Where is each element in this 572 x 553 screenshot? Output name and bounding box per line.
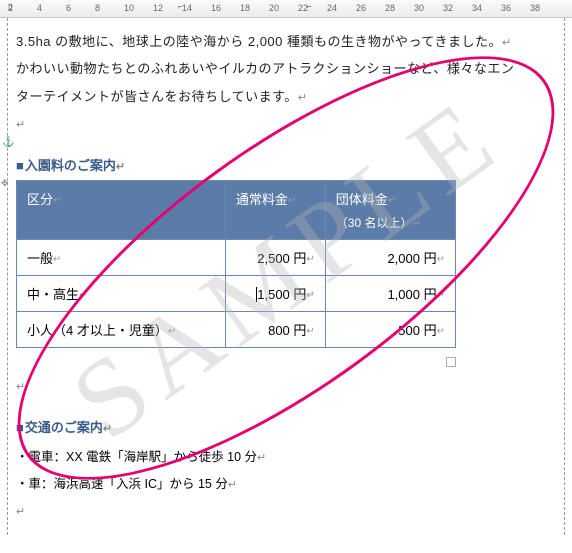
ruler-number: 18: [240, 3, 250, 13]
ruler-number: 28: [385, 3, 395, 13]
access-heading[interactable]: 交通のご案内↵: [16, 417, 560, 436]
ruler-number: 26: [356, 3, 366, 13]
ruler-number: 20: [269, 3, 279, 13]
intro-paragraph-1[interactable]: 3.5ha の敷地に、地球上の陸や海から 2,000 種類もの生き物がやってきま…: [16, 28, 560, 55]
empty-paragraph[interactable]: ↵: [16, 110, 560, 137]
paragraph-mark-icon: ↵: [16, 119, 26, 131]
cell-group[interactable]: 1,000 円↵: [325, 276, 455, 312]
paragraph-mark-icon: ↵: [257, 452, 266, 464]
ruler-number: 30: [414, 3, 424, 13]
ruler-number: 10: [124, 3, 134, 13]
table-row[interactable]: 中・高生↵ 1,500 円↵ 1,000 円↵: [17, 276, 456, 312]
empty-paragraph[interactable]: ↵: [16, 372, 560, 399]
cell-regular[interactable]: 1,500 円↵: [225, 276, 325, 312]
ruler-number: 14: [182, 3, 192, 13]
table-resize-handle-icon[interactable]: [446, 357, 456, 367]
table-move-handle-icon[interactable]: ✥: [1, 178, 9, 189]
ruler-number: 4: [37, 3, 42, 13]
empty-paragraph[interactable]: ↵: [16, 497, 560, 524]
paragraph-mark-icon: ↵: [16, 381, 26, 393]
col-regular[interactable]: 通常料金↵: [225, 181, 325, 240]
col-group[interactable]: 団体料金↵（30 名以上）↵: [325, 181, 455, 240]
cell-category[interactable]: 小人（4 才以上・児童）↵: [17, 312, 226, 348]
ruler-number: 34: [472, 3, 482, 13]
table-row[interactable]: 一般↵ 2,500 円↵ 2,000 円↵: [17, 240, 456, 276]
cell-category[interactable]: 中・高生↵: [17, 276, 226, 312]
ruler-number: 12: [153, 3, 163, 13]
paragraph-mark-icon: ↵: [502, 37, 512, 49]
fees-table[interactable]: 区分↵ 通常料金↵ 団体料金↵（30 名以上）↵ 一般↵ 2,500 円↵ 2,…: [16, 180, 456, 348]
document-page[interactable]: 3.5ha の敷地に、地球上の陸や海から 2,000 種類もの生き物がやってきま…: [0, 18, 572, 534]
access-list: 電車：XX 電鉄「海岸駅」から徒歩 10 分↵ 車：海浜高速「入浜 IC」から …: [16, 444, 560, 497]
cell-group[interactable]: 2,000 円↵: [325, 240, 455, 276]
cell-regular[interactable]: 2,500 円↵: [225, 240, 325, 276]
cell-category[interactable]: 一般↵: [17, 240, 226, 276]
list-item[interactable]: 電車：XX 電鉄「海岸駅」から徒歩 10 分↵: [16, 444, 560, 470]
intro-paragraph-3[interactable]: ターテイメントが皆さんをお待ちしています。↵: [16, 83, 560, 110]
ruler-number: 24: [327, 3, 337, 13]
cell-group[interactable]: 500 円↵: [325, 312, 455, 348]
paragraph-mark-icon: ↵: [103, 423, 112, 435]
intro-paragraph-2[interactable]: かわいい動物たちとのふれあいやイルカのアトラクションショーなど、様々なエン: [16, 55, 560, 82]
fees-heading[interactable]: 入園料のご案内↵: [16, 155, 560, 174]
paragraph-mark-icon: ↵: [228, 479, 237, 491]
list-item[interactable]: 車：海浜高速「入浜 IC」から 15 分↵: [16, 471, 560, 497]
ruler-number: 2: [8, 3, 13, 13]
ruler-number: 22: [298, 3, 308, 13]
paragraph-mark-icon: ↵: [16, 506, 26, 518]
ruler: ▯ ⌐ ⌐ 2468101214161820222426283032343638: [0, 0, 572, 18]
ruler-number: 38: [530, 3, 540, 13]
col-category[interactable]: 区分↵: [17, 181, 226, 240]
ruler-number: 6: [66, 3, 71, 13]
anchor-icon: ⚓: [2, 137, 14, 148]
ruler-number: 36: [501, 3, 511, 13]
table-row[interactable]: 小人（4 才以上・児童）↵ 800 円↵ 500 円↵: [17, 312, 456, 348]
cell-regular[interactable]: 800 円↵: [225, 312, 325, 348]
ruler-number: 16: [211, 3, 221, 13]
paragraph-mark-icon: ↵: [298, 92, 308, 104]
paragraph-mark-icon: ↵: [116, 161, 125, 173]
ruler-number: 8: [95, 3, 100, 13]
table-header-row: 区分↵ 通常料金↵ 団体料金↵（30 名以上）↵: [17, 181, 456, 240]
ruler-number: 32: [443, 3, 453, 13]
